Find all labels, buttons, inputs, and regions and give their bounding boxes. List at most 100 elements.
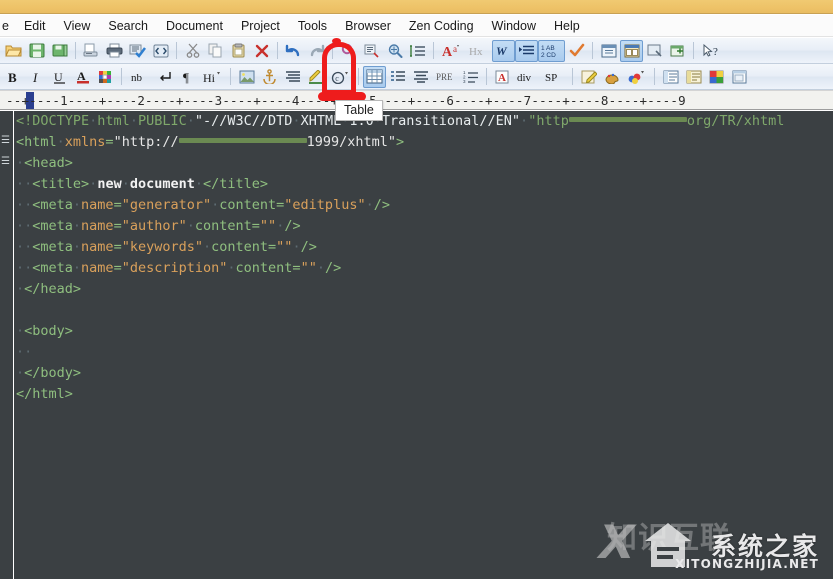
window-title-bar[interactable] — [0, 0, 833, 14]
font-color-icon[interactable]: A — [71, 66, 94, 88]
copy-icon[interactable] — [204, 40, 227, 62]
align-icon[interactable] — [281, 66, 304, 88]
code-line: ··<meta·name="author"·content=""·/> — [16, 216, 833, 237]
heading-icon[interactable]: Hi — [199, 66, 226, 88]
print-icon[interactable] — [103, 40, 126, 62]
menu-file-clipped[interactable]: e — [0, 16, 15, 36]
color-mix-icon[interactable] — [623, 66, 650, 88]
toolbar-separator — [486, 68, 487, 85]
color-picker-icon[interactable] — [705, 66, 728, 88]
paste-icon[interactable] — [227, 40, 250, 62]
form-fields-icon[interactable] — [682, 66, 705, 88]
note-edit-icon[interactable] — [577, 66, 600, 88]
replace-icon[interactable] — [360, 40, 383, 62]
line-break-icon[interactable] — [153, 66, 176, 88]
menu-view[interactable]: View — [55, 16, 100, 36]
paragraph-icon[interactable]: ¶ — [176, 66, 199, 88]
editor-gutter[interactable]: ☰ ☰ — [0, 111, 14, 579]
form-list-icon[interactable] — [659, 66, 682, 88]
menu-tools[interactable]: Tools — [289, 16, 336, 36]
browser-window-icon[interactable] — [620, 39, 643, 62]
find-in-files-icon[interactable] — [383, 40, 406, 62]
code-token: <body> — [24, 323, 73, 339]
anchor-name-icon[interactable]: A — [491, 66, 514, 88]
underline-icon[interactable]: U — [48, 66, 71, 88]
list-icon[interactable] — [386, 66, 409, 88]
fold-marker-icon[interactable]: ☰ — [1, 157, 10, 167]
code-brackets-icon[interactable] — [149, 40, 172, 62]
color-palette-icon[interactable] — [94, 66, 117, 88]
svg-text:A: A — [498, 72, 506, 84]
annotation-dot — [332, 38, 341, 44]
anchor-icon[interactable] — [258, 66, 281, 88]
code-token: name — [81, 197, 114, 213]
menu-browser[interactable]: Browser — [336, 16, 400, 36]
nbsp-icon[interactable]: nb — [126, 66, 153, 88]
code-token: <meta — [32, 239, 73, 255]
italic-icon[interactable]: I — [25, 66, 48, 88]
frame-icon[interactable] — [728, 66, 751, 88]
code-line: <!DOCTYPE·html·PUBLIC·"-//W3C//DTD·XHTML… — [16, 111, 833, 132]
menu-project[interactable]: Project — [232, 16, 289, 36]
save-all-icon[interactable] — [48, 40, 71, 62]
toolbar-separator — [592, 42, 593, 59]
div-icon[interactable]: div — [514, 66, 541, 88]
delete-x-icon[interactable] — [250, 40, 273, 62]
word-wrap-icon[interactable]: W — [492, 39, 515, 62]
code-token: content — [219, 197, 277, 213]
application-window: e Edit View Search Document Project Tools Brows… — [0, 0, 833, 579]
code-token: <html — [16, 134, 57, 150]
menu-help[interactable]: Help — [545, 16, 589, 36]
abcd-icon[interactable]: 1 AB 2 CD — [538, 39, 565, 62]
column-ruler[interactable]: --+----1----+----2----+----3----+----4--… — [0, 90, 833, 110]
help-pointer-icon[interactable]: ? — [698, 40, 725, 62]
code-token: · — [72, 239, 82, 255]
code-token: ·· — [16, 218, 33, 234]
bold-icon[interactable]: B — [2, 66, 25, 88]
hex-viewer-icon[interactable]: Hx — [465, 40, 492, 62]
redo-icon[interactable] — [305, 40, 328, 62]
ordered-list-icon[interactable]: 123 — [459, 66, 482, 88]
menu-zen-coding[interactable]: Zen Coding — [400, 16, 483, 36]
svg-text:A: A — [442, 45, 453, 58]
indent-icon[interactable] — [515, 39, 538, 62]
code-token: ·· — [16, 197, 33, 213]
image-icon[interactable] — [235, 66, 258, 88]
user-tool-icon[interactable] — [643, 40, 666, 62]
fold-marker-icon[interactable]: ☰ — [1, 136, 10, 146]
font-size-icon[interactable]: Aa — [438, 40, 465, 62]
align-center-icon[interactable] — [409, 66, 432, 88]
highlight-pen-icon[interactable] — [304, 66, 327, 88]
code-token: "http:// — [113, 134, 179, 150]
source-code-text[interactable]: <!DOCTYPE·html·PUBLIC·"-//W3C//DTD·XHTML… — [16, 111, 833, 405]
code-token: org/TR/xhtml — [686, 113, 785, 129]
code-line: </html> — [16, 384, 833, 405]
print-preview-icon[interactable] — [80, 40, 103, 62]
menu-document[interactable]: Document — [157, 16, 232, 36]
check-orange-icon[interactable] — [565, 40, 588, 62]
goto-line-icon[interactable] — [406, 40, 429, 62]
menu-edit[interactable]: Edit — [15, 16, 55, 36]
cut-icon[interactable] — [181, 40, 204, 62]
svg-text:2 CD: 2 CD — [541, 52, 556, 58]
code-token: "" — [276, 239, 293, 255]
menu-window[interactable]: Window — [483, 16, 545, 36]
palette-brush-icon[interactable] — [600, 66, 623, 88]
code-token: · — [227, 260, 236, 276]
copyright-icon[interactable]: c — [327, 66, 354, 88]
code-token: = — [113, 218, 122, 234]
table-icon[interactable] — [363, 65, 386, 88]
open-folder-icon[interactable] — [2, 40, 25, 62]
code-editor[interactable]: ☰ ☰ <!DOCTYPE·html·PUBLIC·"-//W3C//DTD·X… — [0, 111, 833, 579]
code-token: · — [56, 134, 65, 150]
code-token: 1999/xhtml" — [306, 134, 396, 150]
spellcheck-icon[interactable] — [126, 40, 149, 62]
menu-search[interactable]: Search — [99, 16, 157, 36]
new-window-icon[interactable] — [666, 40, 689, 62]
browser-preview-icon[interactable] — [597, 40, 620, 62]
span-icon[interactable]: SP — [541, 66, 568, 88]
find-icon[interactable] — [337, 40, 360, 62]
undo-icon[interactable] — [282, 40, 305, 62]
save-icon[interactable] — [25, 40, 48, 62]
pre-icon[interactable]: PRE — [432, 66, 459, 88]
